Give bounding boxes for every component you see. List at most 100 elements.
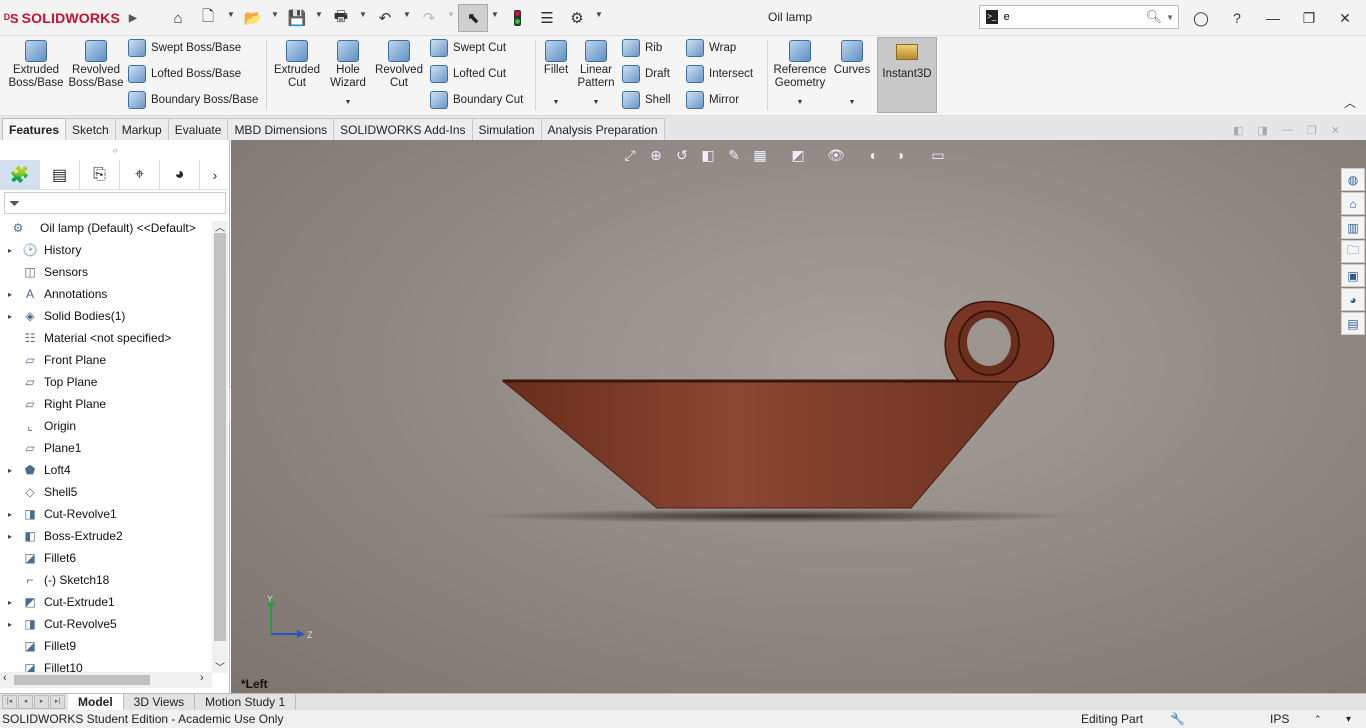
expand-arrow-icon[interactable]: ▸ [0, 466, 20, 475]
bottom-tab-3d-views[interactable]: 3D Views [124, 693, 196, 711]
property-manager-tab-icon[interactable]: ▤ [40, 160, 80, 190]
tree-node[interactable]: ▸ ◨ Cut-Revolve5 [0, 613, 212, 635]
bottom-tab-model[interactable]: Model [68, 693, 124, 711]
account-icon[interactable]: ◯ [1190, 8, 1212, 28]
linear-pattern-dropdown-icon[interactable]: ▼ [593, 96, 600, 109]
tree-horizontal-scrollbar[interactable]: ‹ › [0, 672, 212, 688]
revolved-boss-button[interactable]: Revolved Boss/Base [68, 40, 124, 90]
undo-icon[interactable]: ↶ [373, 6, 397, 30]
oil-lamp-bowl[interactable] [501, 380, 1021, 509]
scroll-left-icon[interactable]: ‹ [3, 672, 7, 684]
hscroll-thumb[interactable] [14, 675, 150, 685]
tree-node[interactable]: ▱ Plane1 [0, 437, 212, 459]
restore-icon[interactable]: ❐ [1298, 8, 1320, 28]
search-icon[interactable]: 🔍︎ [1146, 9, 1163, 25]
expand-arrow-icon[interactable]: ▸ [0, 312, 20, 321]
view-palette-icon[interactable]: 🗀 [1341, 240, 1365, 263]
linear-pattern-button[interactable]: Linear Pattern ▼ [574, 40, 618, 109]
home-icon[interactable]: ⌂ [166, 6, 190, 30]
expand-arrow-icon[interactable]: ▸ [0, 598, 20, 607]
lofted-cut-button[interactable]: Lofted Cut [430, 64, 523, 84]
tab-features[interactable]: Features [2, 118, 67, 140]
print-icon[interactable]: 🖶 [329, 6, 353, 30]
extruded-cut-button[interactable]: Extruded Cut [272, 40, 322, 90]
menu-expand-icon[interactable]: ▶ [129, 13, 137, 24]
expand-arrow-icon[interactable]: ▸ [0, 510, 20, 519]
tree-node[interactable]: ⌐ (-) Sketch18 [0, 569, 212, 591]
model-view[interactable] [231, 140, 1331, 693]
viewport-next-icon[interactable]: ◨ [1257, 124, 1267, 137]
close-icon[interactable]: ✕ [1334, 8, 1356, 28]
tree-node[interactable]: ◫ Sensors [0, 261, 212, 283]
new-document-icon[interactable]: 🗋 [196, 6, 220, 30]
open-dropdown-icon[interactable]: ▼ [271, 10, 279, 19]
tree-node[interactable]: ▸ 🕑 History [0, 239, 212, 261]
tree-vertical-scrollbar[interactable]: ︿ ﹀ [212, 219, 228, 674]
fillet-button[interactable]: Fillet ▼ [540, 40, 572, 109]
tree-root[interactable]: ⚙ Oil lamp (Default) <<Default> [0, 217, 212, 239]
mirror-button[interactable]: Mirror [686, 90, 753, 110]
scenes-icon[interactable]: ◕ [1341, 288, 1365, 311]
viewport-minimize-icon[interactable]: — [1282, 124, 1293, 137]
tree-node[interactable]: ▱ Right Plane [0, 393, 212, 415]
expand-arrow-icon[interactable]: ▸ [0, 532, 20, 541]
custom-properties-icon[interactable]: ▤ [1341, 312, 1365, 335]
extruded-boss-button[interactable]: Extruded Boss/Base [8, 40, 64, 90]
viewport-restore-icon[interactable]: ❐ [1307, 124, 1317, 137]
save-dropdown-icon[interactable]: ▼ [315, 10, 323, 19]
tree-node[interactable]: ◪ Fillet9 [0, 635, 212, 657]
tree-node[interactable]: ▸ ◈ Solid Bodies(1) [0, 305, 212, 327]
curves-button[interactable]: Curves ▼ [832, 40, 872, 109]
configuration-manager-tab-icon[interactable]: ⎘ [80, 160, 120, 190]
redo-dropdown-icon[interactable]: ▼ [447, 10, 455, 19]
shell-button[interactable]: Shell [622, 90, 671, 110]
draft-button[interactable]: Draft [622, 64, 671, 84]
manager-tabs-more-icon[interactable]: › [200, 160, 230, 189]
hole-wizard-button[interactable]: Hole Wizard ▼ [324, 40, 372, 109]
select-dropdown-icon[interactable]: ▼ [491, 10, 499, 19]
reference-geometry-dropdown-icon[interactable]: ▼ [797, 96, 804, 109]
options-dropdown-icon[interactable]: ▼ [595, 10, 603, 19]
expand-arrow-icon[interactable]: ▸ [0, 246, 20, 255]
solidworks-logo[interactable]: ᴰS SOLIDWORKS ▶ [4, 8, 137, 28]
tree-node[interactable]: ▸ ◨ Cut-Revolve1 [0, 503, 212, 525]
units-dropdown-icon[interactable]: ⌃ [1314, 714, 1322, 725]
boundary-boss-button[interactable]: Boundary Boss/Base [128, 90, 258, 110]
collapse-ribbon-icon[interactable]: ︿ [1344, 94, 1356, 111]
solidworks-resources-icon[interactable]: ◍ [1341, 168, 1365, 191]
new-dropdown-icon[interactable]: ▼ [227, 10, 235, 19]
lofted-boss-button[interactable]: Lofted Boss/Base [128, 64, 258, 84]
tree-node[interactable]: ▱ Front Plane [0, 349, 212, 371]
tree-node[interactable]: ▸ ◧ Boss-Extrude2 [0, 525, 212, 547]
expand-arrow-icon[interactable]: ▸ [0, 620, 20, 629]
viewport-prev-icon[interactable]: ◧ [1233, 124, 1243, 137]
feature-manager-tab-icon[interactable]: 🧩 [0, 160, 40, 190]
wrap-button[interactable]: Wrap [686, 38, 753, 58]
intersect-button[interactable]: Intersect [686, 64, 753, 84]
instant3d-button[interactable]: Instant3D [877, 37, 937, 113]
tree-node[interactable]: ▸ A Annotations [0, 283, 212, 305]
tree-node[interactable]: ◪ Fillet10 [0, 657, 212, 673]
search-box[interactable]: >_ 🔍︎ ▼ [979, 5, 1179, 29]
undo-dropdown-icon[interactable]: ▼ [403, 10, 411, 19]
scroll-down-icon[interactable]: ﹀ [215, 659, 225, 674]
select-tool-button[interactable]: ⬉ [458, 4, 488, 32]
fillet-dropdown-icon[interactable]: ▼ [553, 96, 560, 109]
tab-sketch[interactable]: Sketch [65, 118, 116, 140]
tab-markup[interactable]: Markup [114, 118, 169, 140]
expand-arrow-icon[interactable]: ▸ [0, 290, 20, 299]
options-gear-icon[interactable]: ⚙ [565, 6, 589, 30]
status-menu-icon[interactable]: ▾ [1346, 714, 1351, 725]
tree-node[interactable]: ▱ Top Plane [0, 371, 212, 393]
redo-icon[interactable]: ↷ [417, 6, 441, 30]
prev-tab-icon[interactable]: ◂ [18, 695, 33, 709]
minimize-icon[interactable]: — [1262, 8, 1284, 28]
tree-node[interactable]: ▸ ⬟ Loft4 [0, 459, 212, 481]
scroll-up-icon[interactable]: ︿ [215, 219, 225, 234]
next-tab-icon[interactable]: ▸ [34, 695, 49, 709]
display-manager-tab-icon[interactable]: ◕ [160, 160, 200, 190]
tree-node[interactable]: ⌞ Origin [0, 415, 212, 437]
file-explorer-icon[interactable]: ▥ [1341, 216, 1365, 239]
reference-geometry-button[interactable]: Reference Geometry ▼ [772, 40, 828, 109]
tab-solidworks-add-ins[interactable]: SOLIDWORKS Add-Ins [333, 118, 473, 140]
